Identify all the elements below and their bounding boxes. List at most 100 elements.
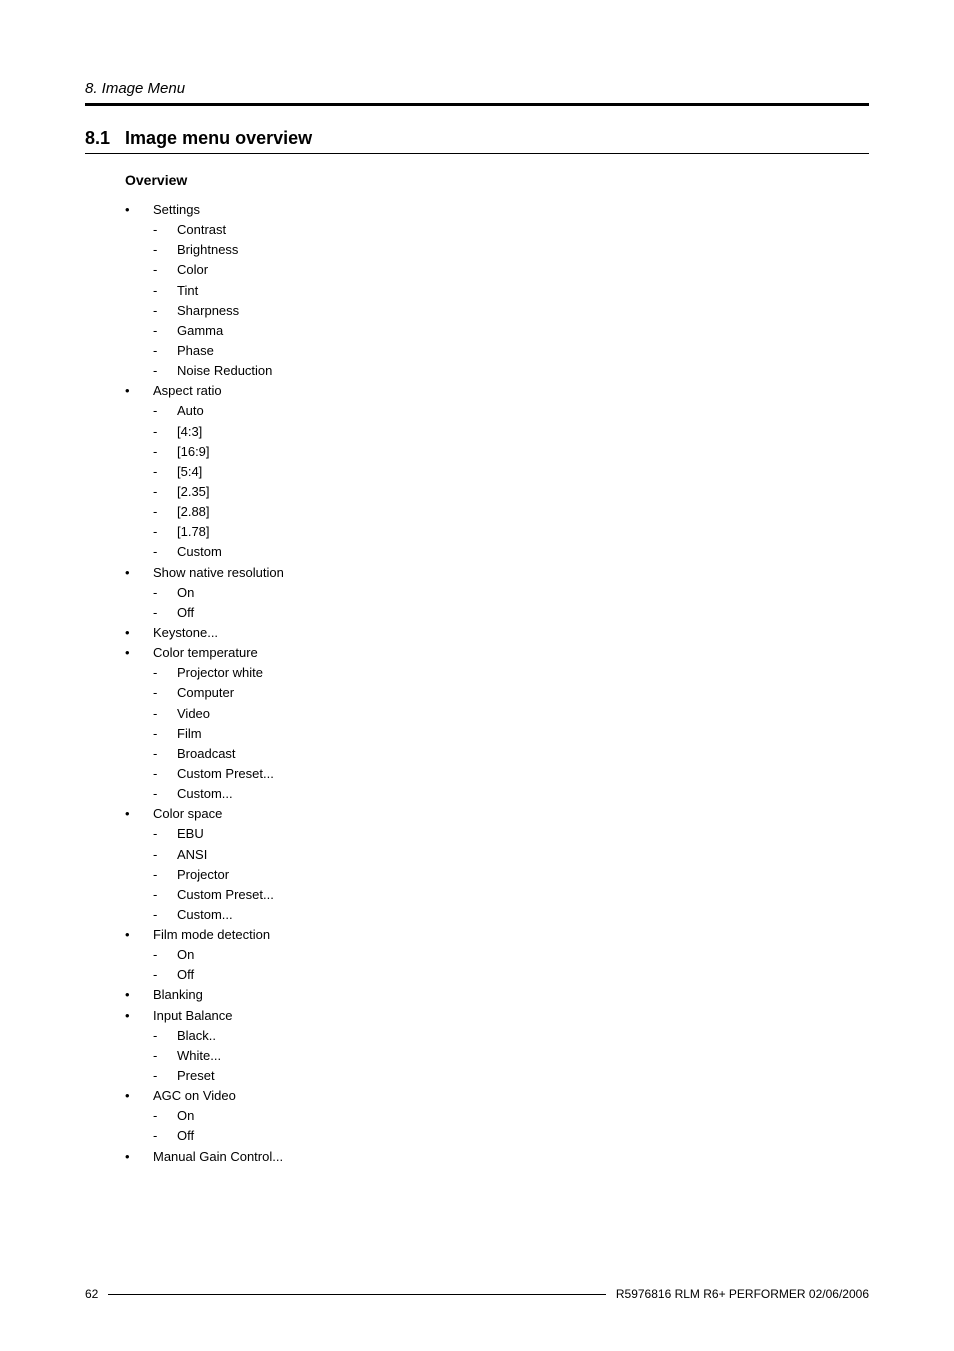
sub-list-item-label: Broadcast [177, 746, 236, 761]
chapter-header: 8. Image Menu [85, 80, 869, 97]
sub-list-item: [5:4] [153, 462, 869, 482]
sub-list-item: Custom... [153, 784, 869, 804]
sub-list-item-label: Color [177, 262, 208, 277]
list-item-label: Aspect ratio [153, 383, 222, 398]
sub-list: Contrast Brightness Color Tint Sharpness Gamm… [153, 220, 869, 381]
sub-list-item: Noise Reduction [153, 361, 869, 381]
sub-list-item: Brightness [153, 240, 869, 260]
list-item: Manual Gain Control... [125, 1147, 869, 1167]
sub-list: Projector white Computer Video Film Broadcas… [153, 663, 869, 804]
sub-list-item-label: [2.88] [177, 504, 210, 519]
sub-list-item: Tint [153, 281, 869, 301]
list-item: Aspect ratio Auto[4:3][16:9][5:4][2.35] [2… [125, 381, 869, 562]
sub-list-item-label: Projector white [177, 665, 263, 680]
sub-list-item-label: Preset [177, 1068, 215, 1083]
sub-list-item-label: On [177, 947, 194, 962]
sub-list-item-label: Custom Preset... [177, 887, 274, 902]
list-item-label: Blanking [153, 987, 203, 1002]
section-number: 8.1 [85, 128, 110, 148]
list-item-label: Show native resolution [153, 565, 284, 580]
sub-list: On Off [153, 945, 869, 985]
sub-list-item: [2.35] [153, 482, 869, 502]
sub-list-item-label: Phase [177, 343, 214, 358]
subsection-title: Overview [125, 172, 869, 188]
list-item: Color spaceEBUANSIProjectorCustom Preset… [125, 804, 869, 925]
sub-list-item: On [153, 945, 869, 965]
sub-list-item-label: Black.. [177, 1028, 216, 1043]
sub-list-item: Broadcast [153, 744, 869, 764]
sub-list-item: Phase [153, 341, 869, 361]
chapter-rule [85, 103, 869, 106]
section-title: 8.1 Image menu overview [85, 128, 869, 149]
sub-list-item-label: Film [177, 726, 202, 741]
sub-list-item-label: Noise Reduction [177, 363, 272, 378]
sub-list-item-label: Tint [177, 283, 198, 298]
sub-list-item: Black.. [153, 1026, 869, 1046]
sub-list-item: Auto [153, 401, 869, 421]
sub-list-item: [2.88] [153, 502, 869, 522]
sub-list: On Off [153, 583, 869, 623]
sub-list-item-label: Off [177, 967, 194, 982]
sub-list-item: [16:9] [153, 442, 869, 462]
sub-list-item: Custom [153, 542, 869, 562]
section-rule [85, 153, 869, 154]
sub-list-item-label: Sharpness [177, 303, 239, 318]
list-item: Blanking [125, 985, 869, 1005]
sub-list-item: Film [153, 724, 869, 744]
list-item-label: Color temperature [153, 645, 258, 660]
footer: 62 R5976816 RLM R6+ PERFORMER 02/06/2006 [85, 1287, 869, 1301]
sub-list-item-label: Custom... [177, 786, 233, 801]
list-item: Settings Contrast Brightness Color Tint Sharp… [125, 200, 869, 381]
list-item: Film mode detection On Off [125, 925, 869, 985]
sub-list-item-label: Custom... [177, 907, 233, 922]
sub-list-item-label: Video [177, 706, 210, 721]
sub-list-item-label: Projector [177, 867, 229, 882]
sub-list-item-label: [1.78] [177, 524, 210, 539]
sub-list-item-label: Custom Preset... [177, 766, 274, 781]
sub-list-item: Projector white [153, 663, 869, 683]
sub-list-item-label: White... [177, 1048, 221, 1063]
list-item-label: Film mode detection [153, 927, 270, 942]
list-item: Keystone... [125, 623, 869, 643]
sub-list-item-label: Custom [177, 544, 222, 559]
sub-list-item: On [153, 1106, 869, 1126]
sub-list-item: Computer [153, 683, 869, 703]
sub-list-item-label: Contrast [177, 222, 226, 237]
sub-list-item: [4:3] [153, 422, 869, 442]
sub-list-item: Off [153, 603, 869, 623]
sub-list-item: Custom Preset... [153, 885, 869, 905]
sub-list-item: Sharpness [153, 301, 869, 321]
sub-list-item-label: Off [177, 1128, 194, 1143]
list-item-label: Keystone... [153, 625, 218, 640]
sub-list-item-label: EBU [177, 826, 204, 841]
footer-line [108, 1294, 606, 1295]
list-item-label: Settings [153, 202, 200, 217]
sub-list-item-label: On [177, 1108, 194, 1123]
overview-list: Settings Contrast Brightness Color Tint Sharp… [125, 200, 869, 1167]
sub-list-item: Preset [153, 1066, 869, 1086]
sub-list-item-label: Off [177, 605, 194, 620]
doc-reference: R5976816 RLM R6+ PERFORMER 02/06/2006 [616, 1287, 869, 1301]
list-item: Color temperature Projector white Computer… [125, 643, 869, 804]
sub-list-item-label: Gamma [177, 323, 223, 338]
list-item-label: Manual Gain Control... [153, 1149, 283, 1164]
sub-list-item: Contrast [153, 220, 869, 240]
sub-list-item-label: Computer [177, 685, 234, 700]
sub-list-item: Projector [153, 865, 869, 885]
sub-list: EBUANSIProjectorCustom Preset...Custom..… [153, 824, 869, 925]
sub-list-item-label: Brightness [177, 242, 238, 257]
list-item: Input BalanceBlack..White...Preset [125, 1006, 869, 1087]
page-number: 62 [85, 1287, 98, 1301]
sub-list-item: Video [153, 704, 869, 724]
sub-list-item: [1.78] [153, 522, 869, 542]
section-heading: Image menu overview [125, 128, 312, 148]
sub-list-item: White... [153, 1046, 869, 1066]
sub-list-item-label: On [177, 585, 194, 600]
sub-list-item: Gamma [153, 321, 869, 341]
sub-list-item: Custom Preset... [153, 764, 869, 784]
list-item: AGC on Video On Off [125, 1086, 869, 1146]
list-item-label: AGC on Video [153, 1088, 236, 1103]
sub-list: On Off [153, 1106, 869, 1146]
list-item: Show native resolution On Off [125, 563, 869, 623]
sub-list-item: Off [153, 1126, 869, 1146]
